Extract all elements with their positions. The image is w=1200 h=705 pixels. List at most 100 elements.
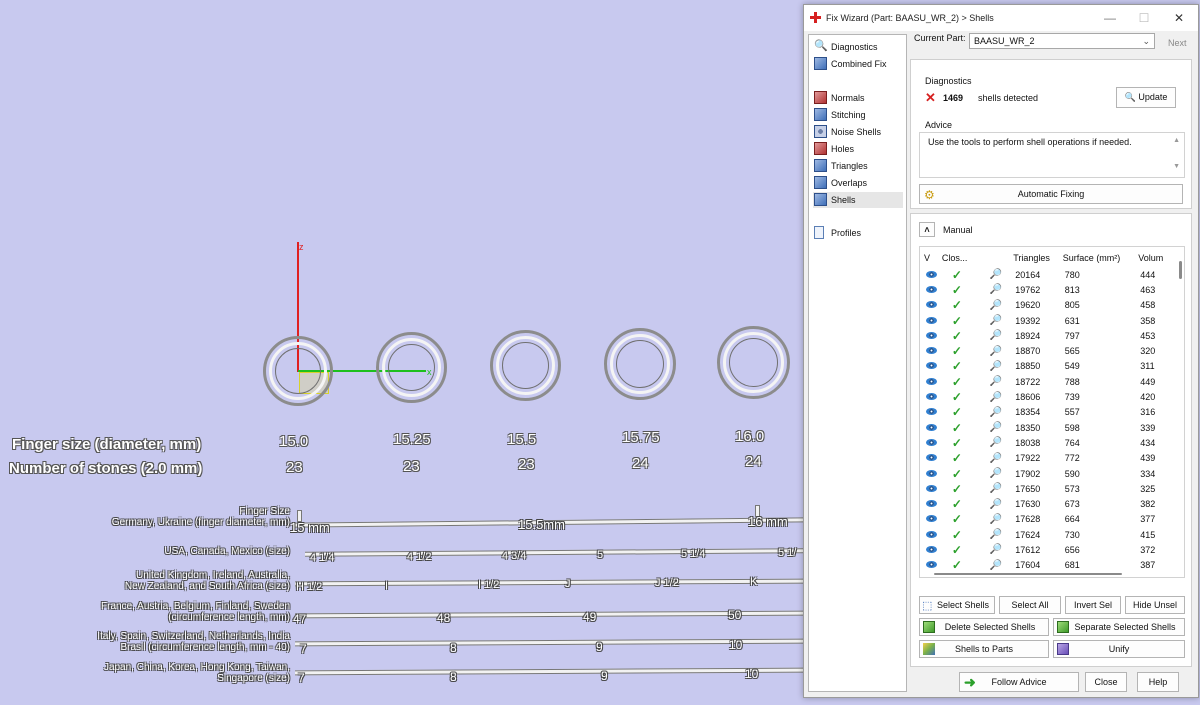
nav-item-normals[interactable]: Normals <box>813 90 903 106</box>
shells-table[interactable]: V Clos... Triangles Surface (mm²) Volum … <box>919 246 1185 578</box>
zoom-to-shell-icon[interactable]: 🔎 <box>990 499 1002 510</box>
eye-icon[interactable] <box>926 530 937 538</box>
table-row[interactable]: ✓ 🔎 19392 631 358 <box>922 313 1174 328</box>
select-all-button[interactable]: Select All <box>999 596 1061 614</box>
ring-model-4[interactable] <box>604 328 676 400</box>
nav-item-noise-shells[interactable]: Noise Shells <box>813 124 903 140</box>
zoom-to-shell-icon[interactable]: 🔎 <box>990 284 1002 295</box>
zoom-to-shell-icon[interactable]: 🔎 <box>990 269 1002 280</box>
table-row[interactable]: ✓ 🔎 18606 739 420 <box>922 389 1174 404</box>
eye-icon[interactable] <box>926 408 937 416</box>
zoom-to-shell-icon[interactable]: 🔎 <box>990 346 1002 357</box>
table-row[interactable]: ✓ 🔎 19762 813 463 <box>922 282 1174 297</box>
nav-item-overlaps[interactable]: Overlaps <box>813 175 903 191</box>
zoom-to-shell-icon[interactable]: 🔎 <box>990 544 1002 555</box>
table-row[interactable]: ✓ 🔎 20164 780 444 <box>922 267 1174 282</box>
zoom-to-shell-icon[interactable]: 🔎 <box>990 315 1002 326</box>
nav-item-triangles[interactable]: Triangles <box>813 158 903 174</box>
eye-icon[interactable] <box>926 362 937 370</box>
table-row[interactable]: ✓ 🔎 17604 681 387 <box>922 558 1174 573</box>
zoom-to-shell-icon[interactable]: 🔎 <box>990 560 1002 571</box>
zoom-to-shell-icon[interactable]: 🔎 <box>990 361 1002 372</box>
dialog-titlebar[interactable]: Fix Wizard (Part: BAASU_WR_2) > Shells —… <box>804 5 1198 31</box>
delete-selected-shells-button[interactable]: Delete Selected Shells <box>919 618 1049 636</box>
table-row[interactable]: ✓ 🔎 17922 772 439 <box>922 451 1174 466</box>
eye-icon[interactable] <box>926 347 937 355</box>
zoom-to-shell-icon[interactable]: 🔎 <box>990 407 1002 418</box>
table-row[interactable]: ✓ 🔎 17628 664 377 <box>922 512 1174 527</box>
table-row[interactable]: ✓ 🔎 18354 557 316 <box>922 405 1174 420</box>
nav-item-profiles[interactable]: Profiles <box>813 225 903 241</box>
column-header-action[interactable] <box>978 249 1014 267</box>
follow-advice-button[interactable]: ➜ Follow Advice <box>959 672 1079 692</box>
close-window-button[interactable]: ✕ <box>1165 9 1193 27</box>
eye-icon[interactable] <box>926 331 937 339</box>
zoom-to-shell-icon[interactable]: 🔎 <box>990 514 1002 525</box>
table-row[interactable]: ✓ 🔎 17902 590 334 <box>922 466 1174 481</box>
select-shells-button[interactable]: ⬚ Select Shells <box>919 596 995 614</box>
unify-button[interactable]: Unify <box>1053 640 1185 658</box>
eye-icon[interactable] <box>926 316 937 324</box>
current-part-select[interactable]: BAASU_WR_2 ⌄ <box>969 33 1155 49</box>
table-row[interactable]: ✓ 🔎 17612 656 372 <box>922 542 1174 557</box>
minimize-button[interactable]: — <box>1096 9 1124 27</box>
ring-model-2[interactable] <box>376 332 447 403</box>
eye-icon[interactable] <box>926 454 937 462</box>
horizontal-scrollbar[interactable] <box>934 573 1122 575</box>
column-header-surface[interactable]: Surface (mm²) <box>1063 249 1138 267</box>
table-row[interactable]: ✓ 🔎 18924 797 453 <box>922 328 1174 343</box>
update-button[interactable]: 🔍 Update <box>1116 87 1176 108</box>
nav-item-stitching[interactable]: Stitching <box>813 107 903 123</box>
ring-model-5[interactable] <box>717 326 790 399</box>
table-row[interactable]: ✓ 🔎 18350 598 339 <box>922 420 1174 435</box>
zoom-to-shell-icon[interactable]: 🔎 <box>990 483 1002 494</box>
zoom-to-shell-icon[interactable]: 🔎 <box>990 437 1002 448</box>
collapse-manual-button[interactable]: ˄ <box>919 222 935 237</box>
eye-icon[interactable] <box>926 500 937 508</box>
ring-model-1[interactable] <box>263 336 333 406</box>
eye-icon[interactable] <box>926 515 937 523</box>
zoom-to-shell-icon[interactable]: 🔎 <box>990 529 1002 540</box>
eye-icon[interactable] <box>926 484 937 492</box>
eye-icon[interactable] <box>926 270 937 278</box>
eye-icon[interactable] <box>926 438 937 446</box>
separate-selected-shells-button[interactable]: Separate Selected Shells <box>1053 618 1185 636</box>
zoom-to-shell-icon[interactable]: 🔎 <box>990 300 1002 311</box>
table-row[interactable]: ✓ 🔎 18722 788 449 <box>922 374 1174 389</box>
vertical-scrollbar[interactable] <box>1179 261 1182 279</box>
zoom-to-shell-icon[interactable]: 🔎 <box>990 422 1002 433</box>
nav-item-combined-fix[interactable]: Combined Fix <box>813 56 903 72</box>
eye-icon[interactable] <box>926 377 937 385</box>
zoom-to-shell-icon[interactable]: 🔎 <box>990 330 1002 341</box>
zoom-to-shell-icon[interactable]: 🔎 <box>990 468 1002 479</box>
table-row[interactable]: ✓ 🔎 17650 573 325 <box>922 481 1174 496</box>
table-row[interactable]: ✓ 🔎 18850 549 311 <box>922 359 1174 374</box>
hide-unselected-button[interactable]: Hide Unsel <box>1125 596 1185 614</box>
next-button[interactable]: Next <box>1168 38 1187 48</box>
eye-icon[interactable] <box>926 285 937 293</box>
maximize-button[interactable]: ☐ <box>1130 9 1158 27</box>
table-row[interactable]: ✓ 🔎 19620 805 458 <box>922 298 1174 313</box>
column-header-closed[interactable]: Clos... <box>942 249 978 267</box>
eye-icon[interactable] <box>926 393 937 401</box>
eye-icon[interactable] <box>926 301 937 309</box>
zoom-to-shell-icon[interactable]: 🔎 <box>990 376 1002 387</box>
eye-icon[interactable] <box>926 545 937 553</box>
eye-icon[interactable] <box>926 561 937 569</box>
help-button[interactable]: Help <box>1137 672 1179 692</box>
zoom-to-shell-icon[interactable]: 🔎 <box>990 453 1002 464</box>
automatic-fixing-button[interactable]: ⚙ Automatic Fixing <box>919 184 1183 204</box>
close-button[interactable]: Close <box>1085 672 1127 692</box>
column-header-triangles[interactable]: Triangles <box>1013 249 1063 267</box>
column-header-volume[interactable]: Volum <box>1138 249 1174 267</box>
table-row[interactable]: ✓ 🔎 17630 673 382 <box>922 496 1174 511</box>
table-row[interactable]: ✓ 🔎 18038 764 434 <box>922 435 1174 450</box>
ring-model-3[interactable] <box>490 330 561 401</box>
nav-item-diagnostics[interactable]: 🔍 Diagnostics <box>813 39 903 55</box>
zoom-to-shell-icon[interactable]: 🔎 <box>990 392 1002 403</box>
3d-viewport[interactable]: z x Finger size (diameter, mm) Number of… <box>0 0 805 705</box>
table-row[interactable]: ✓ 🔎 17624 730 415 <box>922 527 1174 542</box>
shells-to-parts-button[interactable]: Shells to Parts <box>919 640 1049 658</box>
eye-icon[interactable] <box>926 423 937 431</box>
nav-item-holes[interactable]: Holes <box>813 141 903 157</box>
